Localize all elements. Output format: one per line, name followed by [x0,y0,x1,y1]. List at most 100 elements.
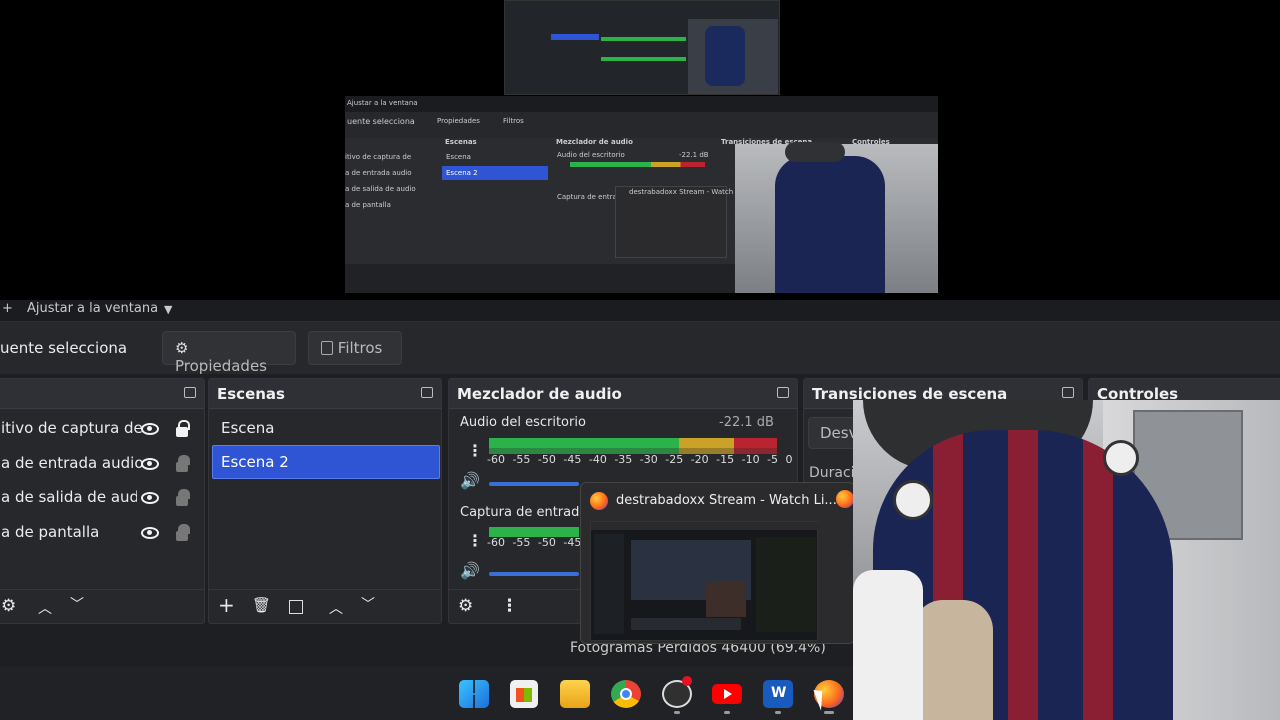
word-icon[interactable]: W [763,680,793,708]
webcam-overlay [853,400,1280,720]
scenes-toolbar: + 🗑 ︿ ﹀ [209,589,441,623]
scenes-dock: Escenas Escena Escena 2 + 🗑 ︿ ﹀ [208,378,442,624]
nested-properties: Propiedades [437,117,480,125]
mixer-channel-name: Audio del escritorio [460,415,586,430]
undock-icon[interactable] [421,387,433,398]
trash-icon[interactable]: 🗑 [252,596,271,614]
nested-scenes-title: Escenas [445,138,477,146]
scene-item-label: Escena 2 [221,453,289,471]
nested-scene-1: Escena [446,153,471,161]
source-item-label: a de pantalla [1,523,100,541]
undock-icon[interactable] [1062,387,1074,398]
mixer-channel-name: Captura de entrada a [460,505,600,520]
program-preview: Ajustar a la ventana uente selecciona Pr… [0,0,1280,300]
properties-label: Propiedades [175,357,267,375]
nested-source-2: a de entrada audio [345,169,412,177]
scene-item[interactable]: Escena [209,411,441,445]
source-item-label: a de entrada audio [1,454,144,472]
nested-popup-title: destrabadoxx Stream - Watch Li... [629,188,748,196]
gear-icon[interactable]: ⚙ [1,596,16,616]
nested-filters: Filtros [503,117,524,125]
eye-icon[interactable] [141,458,159,470]
transition-select-value: Desv [820,424,858,442]
nested-source-4: a de pantalla [345,201,391,209]
sources-dock: itivo de captura de a de entrada audio a… [0,378,205,624]
chair [853,570,923,720]
more-vertical-icon[interactable]: ⋮ [501,596,518,616]
file-explorer-icon[interactable] [560,680,590,708]
sources-dock-header [0,379,204,409]
more-vertical-icon[interactable]: ⋮ [467,441,483,460]
source-toolbar: uente selecciona ⚙ Propiedades Filtros [0,322,1280,375]
properties-button[interactable]: ⚙ Propiedades [162,331,296,375]
nested-mixer-title: Mezclador de audio [556,138,633,146]
scene-item-selected[interactable]: Escena 2 [212,445,440,479]
lock-icon[interactable] [176,420,190,437]
nested-zoom-label: Ajustar a la ventana [347,99,418,107]
nested-obs-capture: Ajustar a la ventana uente selecciona Pr… [345,96,938,293]
more-vertical-icon[interactable]: ⋮ [467,531,483,550]
store-icon[interactable] [510,680,538,708]
gear-icon: ⚙ [175,339,189,357]
meter-scale: -60 -55 -50 -45 -40 -35 -30 -25 -20 -15 … [487,453,793,466]
add-zoom-icon[interactable]: + [2,301,13,316]
firefox-icon [836,490,854,508]
nested-mixer-db: -22.1 dB [679,151,709,159]
sources-toolbar: ⚙ ︿ ﹀ [0,589,204,623]
move-up-icon[interactable]: ︿ [329,598,343,618]
selected-source-label: uente selecciona [0,339,128,357]
mixer-dock-header: Mezclador de audio [449,379,797,409]
undock-icon[interactable] [184,387,196,398]
obs-icon[interactable] [662,676,692,708]
youtube-icon[interactable] [712,684,742,704]
filters-label: Filtros [337,339,383,357]
window-preview-thumbnail [590,521,819,641]
preview-zoom-bar: + Ajustar a la ventana ▼ [0,300,1280,322]
add-icon[interactable]: + [218,593,235,617]
volume-meter [489,438,777,448]
source-item[interactable]: a de pantalla [0,515,203,549]
mixer-title: Mezclador de audio [457,385,622,403]
taskbar-window-preview[interactable]: destrabadoxx Stream - Watch Li... [580,482,855,644]
filters-button[interactable]: Filtros [308,331,402,365]
volume-slider[interactable] [489,482,579,486]
speaker-icon[interactable]: 🔊 [460,561,480,580]
meter-scale: -60 -55 -50 -45 [487,536,582,549]
nested-source-3: a de salida de audio [345,185,416,193]
source-item-label: itivo de captura de [1,419,143,437]
eye-icon[interactable] [141,527,159,539]
filter-icon[interactable] [289,600,303,614]
move-up-icon[interactable]: ︿ [38,598,52,618]
move-down-icon[interactable]: ﹀ [361,594,375,614]
firefox-icon [590,492,608,510]
window-preview-title: destrabadoxx Stream - Watch Li... [616,493,837,508]
volume-slider[interactable] [489,572,579,576]
source-item-label: a de salida de audio [1,488,137,506]
nested-source-1: itivo de captura de [345,153,412,161]
source-item[interactable]: a de salida de audio [0,480,203,514]
unlock-icon[interactable] [176,524,190,541]
source-item[interactable]: a de entrada audio [0,446,203,480]
nested-mixer-item-1: Audio del escritorio [557,151,625,159]
gear-icon[interactable]: ⚙ [458,596,473,616]
duration-label: Duraci [809,465,855,481]
nested-mixer-item-2: Captura de entra [557,193,617,201]
chevron-down-icon[interactable]: ▼ [164,303,172,316]
unlock-icon[interactable] [176,489,190,506]
undock-icon[interactable] [777,387,789,398]
nested-preview-thumbnail [504,0,780,95]
nested-source-label: uente selecciona [347,117,415,126]
eye-icon[interactable] [141,492,159,504]
move-down-icon[interactable]: ﹀ [70,594,84,614]
zoom-label[interactable]: Ajustar a la ventana [27,301,158,316]
chrome-icon[interactable] [611,680,641,708]
nested-scene-2: Escena 2 [446,169,478,177]
source-item[interactable]: itivo de captura de [0,411,203,445]
eye-icon[interactable] [141,423,159,435]
unlock-icon[interactable] [176,455,190,472]
scenes-title: Escenas [217,385,285,403]
mixer-channel-db: -22.1 dB [719,415,774,430]
filter-icon [321,341,333,355]
scene-item-label: Escena [221,419,275,437]
speaker-icon[interactable]: 🔊 [460,471,480,490]
